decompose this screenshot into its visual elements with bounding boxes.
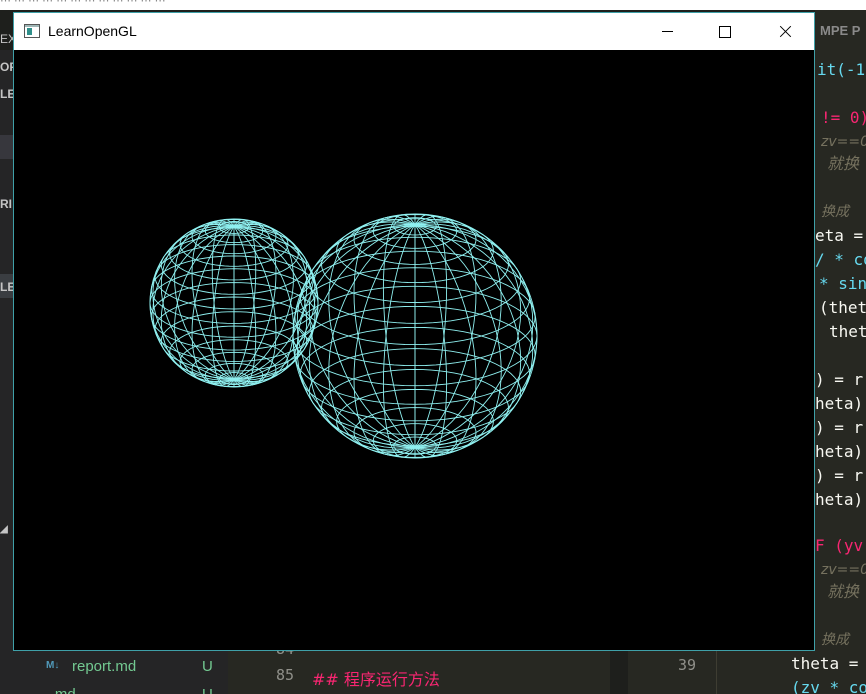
longitude-line xyxy=(414,221,522,448)
editor-bottom-area: M↓ report.md U ... .md U 84 85 ## 程序运行方法… xyxy=(14,640,866,694)
line-number: 39 xyxy=(677,656,696,674)
wireframe-scene xyxy=(149,213,538,459)
code-line: thet xyxy=(829,322,866,341)
line-number-gutter-right: 39 xyxy=(628,650,717,694)
window-title: LearnOpenGL xyxy=(48,23,137,39)
code-comment: 就换 xyxy=(827,154,860,173)
close-button[interactable] xyxy=(755,13,813,50)
longitude-line xyxy=(414,214,448,448)
markdown-icon: M↓ xyxy=(46,660,60,671)
opengl-window[interactable]: LearnOpenGL xyxy=(13,12,815,651)
longitude-line xyxy=(308,221,416,448)
code-line: (thet xyxy=(819,298,866,317)
longitude-line xyxy=(233,226,257,387)
explorer-file-report-md[interactable]: M↓ report.md U xyxy=(46,658,226,678)
code-line: it(-1) xyxy=(817,60,866,79)
minimize-button[interactable] xyxy=(638,13,696,50)
editor-tab-right[interactable]: MPE P xyxy=(815,10,866,50)
background-top-strip: ⋯ ⋯ ⋯ ⋯ ⋯ ⋯ ⋯ ⋯ ⋯ ⋯ ⋯ ⋯ xyxy=(0,0,866,10)
longitude-line xyxy=(211,219,235,380)
code-line: ) = r xyxy=(815,466,864,485)
chevron-down-icon[interactable]: ◢ xyxy=(0,524,14,535)
longitude-line xyxy=(233,219,257,380)
code-line: / * co xyxy=(815,250,866,269)
longitude-line xyxy=(414,224,448,458)
code-line: F (yv xyxy=(815,536,864,555)
code-editor-right-bottom[interactable]: theta = (zv * co xyxy=(717,650,866,694)
explorer-selected-row[interactable] xyxy=(0,135,14,159)
code-line: heta); xyxy=(815,490,866,509)
code-line: theta = xyxy=(791,654,859,673)
small-sphere xyxy=(149,218,319,388)
explorer-file-partial[interactable]: ... .md U xyxy=(34,686,224,694)
explorer-section-label[interactable]: LE xyxy=(0,87,14,101)
code-line: eta = xyxy=(815,226,864,245)
large-sphere xyxy=(292,213,538,459)
code-comment: 换成 xyxy=(821,632,849,648)
obscured-path-text: ⋯ ⋯ ⋯ ⋯ ⋯ ⋯ ⋯ ⋯ ⋯ ⋯ ⋯ ⋯ xyxy=(0,0,470,4)
code-line: heta) xyxy=(815,442,864,461)
line-number-gutter: 84 85 xyxy=(238,640,294,694)
explorer-sidebar-edge: OP LE RI LE ◢ xyxy=(0,50,14,694)
code-comment: zv==0 xyxy=(821,562,866,578)
longitude-line xyxy=(382,224,416,458)
render-viewport[interactable] xyxy=(14,50,814,650)
markdown-heading-line[interactable]: ## 程序运行方法 xyxy=(312,666,440,690)
git-status-badge: U xyxy=(202,658,213,675)
code-comment: 就换 xyxy=(827,582,860,601)
code-line: != 0) xyxy=(821,108,866,127)
code-comment: 换成 xyxy=(821,204,849,220)
file-name: report.md xyxy=(72,658,137,675)
code-comment: zv==0 xyxy=(821,134,866,150)
code-line: ) = r xyxy=(815,370,864,389)
code-line: heta) xyxy=(815,394,864,413)
maximize-button[interactable] xyxy=(696,13,754,50)
code-editor-right-pane[interactable]: it(-1) != 0) zv==0 就换 换成 eta = / * co * … xyxy=(815,50,866,694)
explorer-section-label[interactable]: OP xyxy=(0,60,14,74)
code-line: (zv * co xyxy=(791,678,866,694)
editor-tab-right-label: MPE P xyxy=(820,23,861,38)
app-icon xyxy=(24,24,40,38)
window-titlebar[interactable]: LearnOpenGL xyxy=(14,13,814,50)
editor-split-divider[interactable] xyxy=(610,650,628,694)
explorer-section-label[interactable]: LE xyxy=(0,280,14,294)
explorer-section-label[interactable]: RI xyxy=(0,197,14,211)
longitude-line xyxy=(308,224,416,451)
explorer-file-list: M↓ report.md U ... .md U xyxy=(14,650,228,694)
code-line: * sin xyxy=(819,274,866,293)
line-number: 85 xyxy=(275,666,294,684)
longitude-line xyxy=(414,224,522,451)
longitude-line xyxy=(211,226,235,387)
longitude-line xyxy=(382,214,416,448)
code-line: ) = r xyxy=(815,418,864,437)
